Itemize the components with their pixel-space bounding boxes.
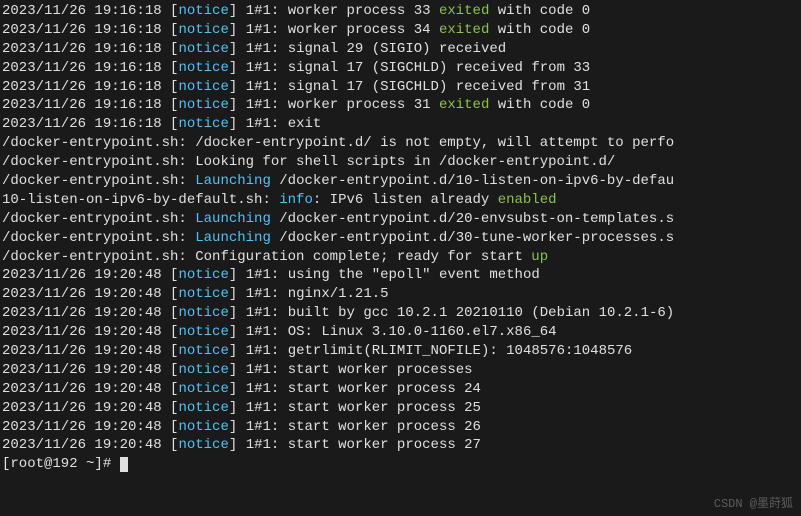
shell-prompt: [root@192 ~]#	[2, 456, 120, 472]
log-line: 2023/11/26 19:16:18 [notice] 1#1: exit	[2, 115, 799, 134]
entrypoint-line: /docker-entrypoint.sh: /docker-entrypoin…	[2, 134, 799, 153]
log-line: 2023/11/26 19:16:18 [notice] 1#1: signal…	[2, 40, 799, 59]
log-line: 2023/11/26 19:20:48 [notice] 1#1: start …	[2, 418, 799, 437]
entrypoint-line: 10-listen-on-ipv6-by-default.sh: info: I…	[2, 191, 799, 210]
log-line: 2023/11/26 19:16:18 [notice] 1#1: worker…	[2, 2, 799, 21]
watermark-text: CSDN @墨莳狐	[714, 496, 793, 512]
log-line: 2023/11/26 19:16:18 [notice] 1#1: worker…	[2, 96, 799, 115]
entrypoint-line: /docker-entrypoint.sh: Configuration com…	[2, 248, 799, 267]
log-line: 2023/11/26 19:16:18 [notice] 1#1: worker…	[2, 21, 799, 40]
log-line: 2023/11/26 19:20:48 [notice] 1#1: start …	[2, 399, 799, 418]
log-line: 2023/11/26 19:20:48 [notice] 1#1: nginx/…	[2, 285, 799, 304]
shell-prompt-line[interactable]: [root@192 ~]#	[2, 455, 799, 474]
log-line: 2023/11/26 19:20:48 [notice] 1#1: OS: Li…	[2, 323, 799, 342]
entrypoint-line: /docker-entrypoint.sh: Looking for shell…	[2, 153, 799, 172]
entrypoint-line: /docker-entrypoint.sh: Launching /docker…	[2, 210, 799, 229]
log-line: 2023/11/26 19:20:48 [notice] 1#1: using …	[2, 266, 799, 285]
log-line: 2023/11/26 19:16:18 [notice] 1#1: signal…	[2, 78, 799, 97]
log-line: 2023/11/26 19:20:48 [notice] 1#1: getrli…	[2, 342, 799, 361]
entrypoint-line: /docker-entrypoint.sh: Launching /docker…	[2, 172, 799, 191]
log-line: 2023/11/26 19:16:18 [notice] 1#1: signal…	[2, 59, 799, 78]
log-line: 2023/11/26 19:20:48 [notice] 1#1: built …	[2, 304, 799, 323]
cursor	[120, 457, 128, 472]
log-line: 2023/11/26 19:20:48 [notice] 1#1: start …	[2, 361, 799, 380]
log-line: 2023/11/26 19:20:48 [notice] 1#1: start …	[2, 436, 799, 455]
log-line: 2023/11/26 19:20:48 [notice] 1#1: start …	[2, 380, 799, 399]
entrypoint-line: /docker-entrypoint.sh: Launching /docker…	[2, 229, 799, 248]
terminal-output: 2023/11/26 19:16:18 [notice] 1#1: worker…	[2, 2, 799, 455]
